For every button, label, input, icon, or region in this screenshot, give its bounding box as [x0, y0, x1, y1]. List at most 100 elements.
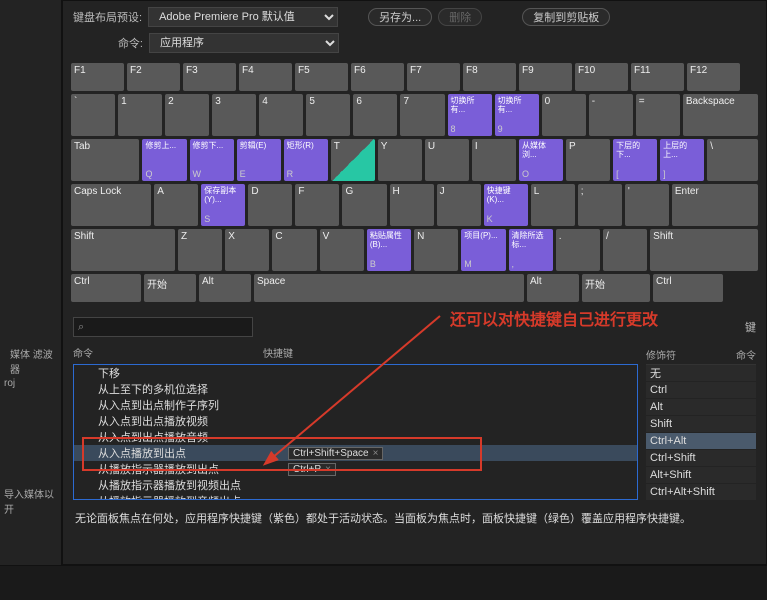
key-6[interactable]: 6 — [353, 94, 397, 136]
key-o[interactable]: 从媒体浏...O — [519, 139, 563, 181]
search-input[interactable] — [73, 317, 253, 337]
key-f9[interactable]: F9 — [519, 63, 572, 91]
key-space[interactable]: Space — [254, 274, 524, 302]
key-0[interactable]: 0 — [542, 94, 586, 136]
key-enter[interactable]: Enter — [672, 184, 758, 226]
key-'[interactable]: ' — [625, 184, 669, 226]
save-as-button[interactable]: 另存为... — [368, 8, 432, 26]
key-7[interactable]: 7 — [400, 94, 444, 136]
key-f1[interactable]: F1 — [71, 63, 124, 91]
key-f[interactable]: F — [295, 184, 339, 226]
command-row[interactable]: 从播放指示器播放到出点Ctrl+P × — [74, 461, 637, 477]
key-r[interactable]: 矩形(R)R — [284, 139, 328, 181]
project-item[interactable]: roj — [4, 378, 15, 389]
key-g[interactable]: G — [342, 184, 386, 226]
key-n[interactable]: N — [414, 229, 458, 271]
command-row[interactable]: 从入点到出点播放视频 — [74, 413, 637, 429]
key-;[interactable]: ; — [578, 184, 622, 226]
key-5[interactable]: 5 — [306, 94, 350, 136]
command-row[interactable]: 从入点播放到出点Ctrl+Shift+Space × — [74, 445, 637, 461]
key-alt[interactable]: Alt — [199, 274, 251, 302]
key-e[interactable]: 剪辑(E)E — [237, 139, 281, 181]
command-row[interactable]: 从播放指示器播放到视频出点 — [74, 477, 637, 493]
modifier-row[interactable]: 无 — [646, 365, 756, 381]
key-t[interactable]: T — [331, 139, 375, 181]
key-2[interactable]: 2 — [165, 94, 209, 136]
key-.[interactable]: . — [556, 229, 600, 271]
command-row[interactable]: 从上至下的多机位选择 — [74, 381, 637, 397]
key-v[interactable]: V — [320, 229, 364, 271]
key-ctrl[interactable]: Ctrl — [653, 274, 723, 302]
modifier-row[interactable]: Ctrl+Alt — [646, 433, 756, 449]
key-caps lock[interactable]: Caps Lock — [71, 184, 151, 226]
key-m[interactable]: 项目(P)...M — [461, 229, 505, 271]
key-b[interactable]: 粘贴属性(B)...B — [367, 229, 411, 271]
key-,[interactable]: 清除所选标..., — [509, 229, 553, 271]
shortcut-tag[interactable]: Ctrl+P × — [288, 463, 336, 476]
command-row[interactable]: 从播放指示器播放到音频出点 — [74, 493, 637, 500]
key-j[interactable]: J — [437, 184, 481, 226]
key-a[interactable]: A — [154, 184, 198, 226]
key-9[interactable]: 切换所有...9 — [495, 94, 539, 136]
preset-select[interactable]: Adobe Premiere Pro 默认值 — [148, 7, 338, 27]
command-list[interactable]: 下移从上至下的多机位选择从入点到出点制作子序列从入点到出点播放视频从入点到出点播… — [73, 364, 638, 500]
key-/[interactable]: / — [603, 229, 647, 271]
key-p[interactable]: P — [566, 139, 610, 181]
key-tab[interactable]: Tab — [71, 139, 139, 181]
media-tab-label[interactable]: 媒体 滤波器 — [10, 346, 61, 376]
command-row[interactable]: 从入点到出点播放音频 — [74, 429, 637, 445]
key-[[interactable]: 下层的下...[ — [613, 139, 657, 181]
key-shift[interactable]: Shift — [71, 229, 175, 271]
key-ctrl[interactable]: Ctrl — [71, 274, 141, 302]
modifier-row[interactable]: Alt — [646, 399, 756, 415]
key-i[interactable]: I — [472, 139, 516, 181]
key-f3[interactable]: F3 — [183, 63, 236, 91]
key-开始[interactable]: 开始 — [144, 274, 196, 302]
command-row[interactable]: 下移 — [74, 365, 637, 381]
key-backspace[interactable]: Backspace — [683, 94, 758, 136]
key-u[interactable]: U — [425, 139, 469, 181]
key-3[interactable]: 3 — [212, 94, 256, 136]
modifier-row[interactable]: Alt+Shift — [646, 467, 756, 483]
key-=[interactable]: = — [636, 94, 680, 136]
key-f5[interactable]: F5 — [295, 63, 348, 91]
key-1[interactable]: 1 — [118, 94, 162, 136]
key-w[interactable]: 修剪下...W — [190, 139, 234, 181]
key-shift[interactable]: Shift — [650, 229, 758, 271]
key-h[interactable]: H — [390, 184, 434, 226]
key-f2[interactable]: F2 — [127, 63, 180, 91]
command-row[interactable]: 从入点到出点制作子序列 — [74, 397, 637, 413]
key-f11[interactable]: F11 — [631, 63, 684, 91]
key-z[interactable]: Z — [178, 229, 222, 271]
key-f8[interactable]: F8 — [463, 63, 516, 91]
command-scope-select[interactable]: 应用程序 — [149, 33, 339, 53]
shortcut-tag[interactable]: Ctrl+Shift+Space × — [288, 447, 383, 460]
modifier-row[interactable]: Ctrl+Shift — [646, 450, 756, 466]
key-s[interactable]: 保存副本(Y)...S — [201, 184, 245, 226]
modifier-list[interactable]: 无CtrlAltShiftCtrl+AltCtrl+ShiftAlt+Shift… — [646, 364, 756, 500]
remove-shortcut-icon[interactable]: × — [325, 464, 331, 475]
key--[interactable]: - — [589, 94, 633, 136]
key-\[interactable]: \ — [707, 139, 758, 181]
key-开始[interactable]: 开始 — [582, 274, 650, 302]
key-k[interactable]: 快捷键(K)...K — [484, 184, 528, 226]
key-`[interactable]: ` — [71, 94, 115, 136]
key-y[interactable]: Y — [378, 139, 422, 181]
modifier-row[interactable]: Ctrl+Alt+Shift — [646, 484, 756, 500]
key-][interactable]: 上层的上...] — [660, 139, 704, 181]
modifier-row[interactable]: Shift — [646, 416, 756, 432]
key-4[interactable]: 4 — [259, 94, 303, 136]
key-8[interactable]: 切换所有...8 — [448, 94, 492, 136]
key-f10[interactable]: F10 — [575, 63, 628, 91]
key-c[interactable]: C — [272, 229, 316, 271]
key-x[interactable]: X — [225, 229, 269, 271]
key-f7[interactable]: F7 — [407, 63, 460, 91]
remove-shortcut-icon[interactable]: × — [373, 448, 379, 459]
key-l[interactable]: L — [531, 184, 575, 226]
copy-clipboard-button[interactable]: 复制到剪贴板 — [522, 8, 610, 26]
key-q[interactable]: 修剪上...Q — [142, 139, 186, 181]
key-alt[interactable]: Alt — [527, 274, 579, 302]
key-f6[interactable]: F6 — [351, 63, 404, 91]
key-f4[interactable]: F4 — [239, 63, 292, 91]
key-d[interactable]: D — [248, 184, 292, 226]
